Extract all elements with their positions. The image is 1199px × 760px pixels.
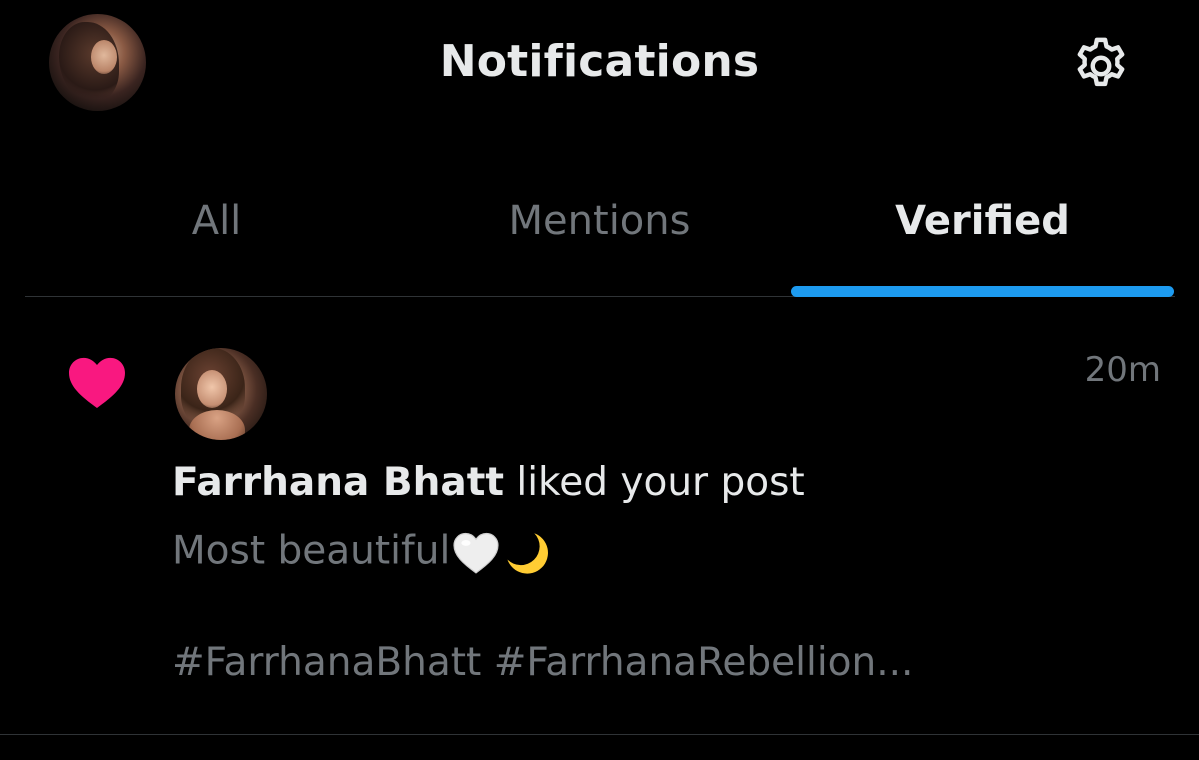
notification-tabs: All Mentions Verified [25,170,1175,297]
tab-verified[interactable]: Verified [791,170,1174,297]
active-tab-indicator [791,286,1174,297]
notification-summary: Farrhana Bhatt liked your post [172,460,805,505]
tab-all-label: All [191,198,242,244]
post-hashtags[interactable]: #FarrhanaBhatt #FarrhanaRebellion... [172,640,913,685]
action-text: liked your post [503,460,805,505]
liker-name[interactable]: Farrhana Bhatt [172,460,504,505]
white-heart-emoji [453,532,499,574]
page-title: Notifications [439,36,760,87]
tab-mentions-label: Mentions [508,198,691,244]
notification-time: 20m [1084,350,1161,390]
avatar-face-shape [197,370,227,408]
tab-mentions[interactable]: Mentions [408,170,791,296]
tab-all[interactable]: All [25,170,408,296]
post-text: Most beautiful [172,528,451,574]
liker-avatar[interactable] [175,348,267,440]
header-bar: Notifications [0,0,1199,130]
post-preview-line1: Most beautiful [172,528,552,578]
crescent-moon-emoji [507,533,549,574]
gear-icon[interactable] [1068,33,1134,99]
tab-verified-label: Verified [895,198,1070,244]
heart-icon [69,357,125,408]
